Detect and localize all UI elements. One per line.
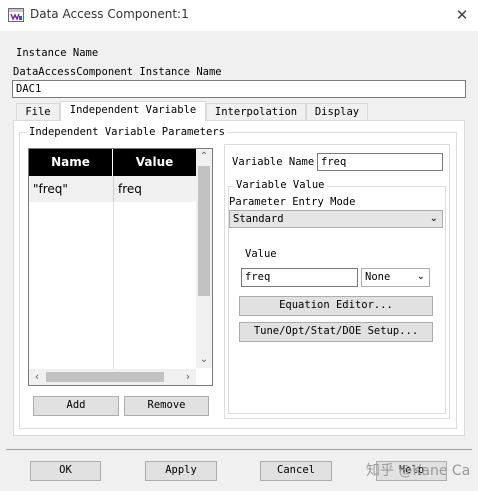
instance-section-label: Instance Name bbox=[16, 47, 99, 59]
app-icon bbox=[8, 8, 24, 22]
tune-setup-button[interactable]: Tune/Opt/Stat/DOE Setup... bbox=[239, 322, 433, 342]
scroll-down-icon[interactable]: ⌄ bbox=[196, 352, 212, 368]
entry-mode-select[interactable]: Standard ⌄ bbox=[229, 210, 443, 228]
cancel-button[interactable]: Cancel bbox=[260, 461, 332, 481]
unit-value: None bbox=[365, 271, 391, 283]
add-button[interactable]: Add bbox=[33, 396, 119, 416]
value-input[interactable]: freq bbox=[241, 268, 358, 287]
close-icon[interactable]: ✕ bbox=[452, 5, 472, 25]
column-divider bbox=[113, 202, 114, 369]
vertical-scroll-thumb[interactable] bbox=[198, 166, 210, 296]
column-header-value[interactable]: Value bbox=[113, 149, 196, 176]
column-header-name[interactable]: Name bbox=[29, 149, 113, 176]
variable-value-group-title: Variable Value bbox=[234, 179, 327, 191]
footer-separator bbox=[6, 449, 472, 450]
chevron-down-icon: ⌄ bbox=[429, 213, 438, 224]
table-cell-name[interactable]: "freq" bbox=[29, 176, 113, 202]
tab-display[interactable]: Display bbox=[306, 103, 368, 121]
remove-button[interactable]: Remove bbox=[124, 396, 209, 416]
tab-interpolation[interactable]: Interpolation bbox=[206, 103, 306, 121]
parameters-group-title: Independent Variable Parameters bbox=[27, 126, 227, 138]
table-cell-value[interactable]: freq bbox=[113, 176, 196, 202]
watermark-text: 知乎 @Kane Ca bbox=[366, 463, 471, 479]
horizontal-scroll-thumb[interactable] bbox=[46, 372, 164, 382]
instance-field-label: DataAccessComponent Instance Name bbox=[13, 66, 222, 78]
entry-mode-value: Standard bbox=[233, 213, 284, 225]
ok-button[interactable]: OK bbox=[30, 461, 101, 481]
chevron-down-icon: ⌄ bbox=[416, 271, 425, 282]
scroll-left-icon[interactable]: ‹ bbox=[29, 369, 45, 385]
scroll-right-icon[interactable]: › bbox=[180, 369, 196, 385]
apply-button[interactable]: Apply bbox=[145, 461, 217, 481]
tab-file[interactable]: File bbox=[16, 103, 60, 121]
unit-select[interactable]: None ⌄ bbox=[361, 268, 430, 287]
entry-mode-label: Parameter Entry Mode bbox=[229, 196, 356, 208]
window-title: Data Access Component:1 bbox=[30, 7, 189, 21]
instance-name-input[interactable]: DAC1 bbox=[12, 80, 466, 98]
equation-editor-button[interactable]: Equation Editor... bbox=[239, 296, 433, 316]
scroll-up-icon[interactable]: ⌃ bbox=[196, 149, 212, 165]
tab-independent-variable[interactable]: Independent Variable bbox=[60, 101, 206, 121]
value-label: Value bbox=[245, 248, 277, 260]
variable-name-input[interactable]: freq bbox=[317, 153, 443, 171]
variable-name-label: Variable Name bbox=[232, 156, 315, 168]
